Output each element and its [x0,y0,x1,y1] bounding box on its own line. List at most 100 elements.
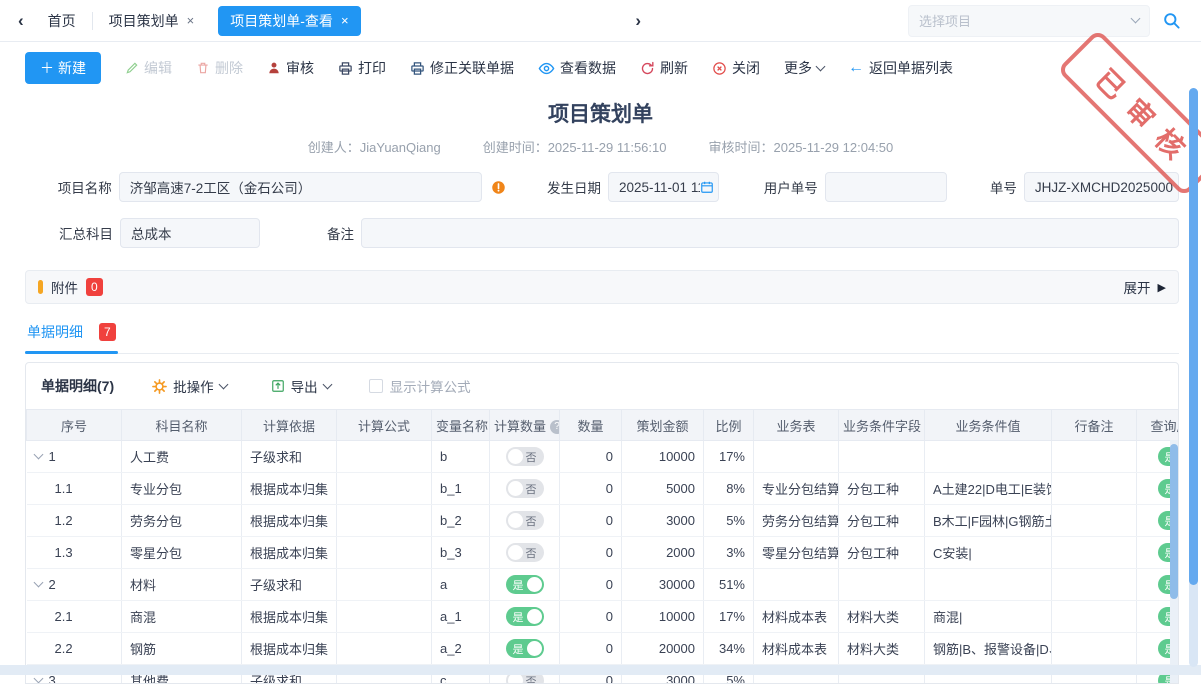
search-icon [1162,11,1181,30]
info-button[interactable] [491,180,506,195]
help-icon[interactable]: ? [550,420,559,434]
cell-qty: 0 [560,441,622,473]
tab-detail-lines[interactable]: 单据明细 7 [25,316,118,353]
cell-biz-value: C安装| [925,537,1052,569]
cell-biz-table: 零星分包结算子 [754,537,839,569]
cell-biz-value [925,569,1052,601]
tabs-scroll-left-icon[interactable]: ‹ [10,11,32,31]
printer-icon [338,61,353,76]
doc-no-field[interactable]: JHJZ-XMCHD2025000 [1024,172,1179,202]
user-doc-no-field[interactable] [825,172,948,202]
calendar-icon[interactable] [700,180,714,194]
detail-count-badge: 7 [99,323,116,341]
project-name-field[interactable]: 济邹高速7-2工区（金石公司） [119,172,482,202]
delete-button[interactable]: 删除 [196,58,243,78]
expand-caret-icon[interactable] [33,450,43,460]
toggle-on[interactable]: 是 [506,639,544,658]
close-tab-icon[interactable]: × [187,13,195,28]
expand-button[interactable]: 展开 ▶ [1124,277,1166,297]
back-to-list-button[interactable]: ← 返回单据列表 [848,58,953,78]
toggle-off[interactable]: 否 [506,511,544,530]
cell-subject: 人工费 [122,441,242,473]
cell-qty: 0 [560,569,622,601]
cell-biz-value: 钢筋|B、报警设备|D、底 [925,633,1052,665]
show-formula-checkbox[interactable]: 显示计算公式 [369,376,471,396]
expand-caret-icon[interactable] [33,578,43,588]
cell-ratio: 8% [704,473,754,505]
doc-no-label: 单号 [989,177,1017,197]
edit-button[interactable]: 编辑 [125,58,172,78]
attachment-count-badge: 0 [86,278,103,296]
toggle-on[interactable]: 是 [506,575,544,594]
page-scrollbar-thumb[interactable] [1189,88,1198,585]
view-data-button[interactable]: 查看数据 [538,58,616,78]
summary-subject-field[interactable]: 总成本 [120,218,260,248]
cell-biz-field: 材料大类 [839,601,925,633]
table-row: 1人工费子级求和b否01000017%是 [27,441,1180,473]
search-button[interactable] [1162,11,1181,30]
cell-ratio: 17% [704,441,754,473]
attachment-bar[interactable]: 附件 0 展开 ▶ [25,270,1179,304]
checkbox-icon[interactable] [369,379,383,393]
remark-field[interactable] [361,218,1179,248]
close-button[interactable]: 关闭 [712,58,760,78]
table-scrollbar-thumb[interactable] [1170,444,1178,599]
attachment-label: 附件 [51,277,78,297]
project-select[interactable]: 选择项目 [908,5,1150,37]
cell-variable: a [432,569,490,601]
cell-basis: 根据成本归集 [242,633,337,665]
expand-caret-icon[interactable] [33,674,43,684]
cell-qty: 0 [560,601,622,633]
top-tab-bar: ‹ 首页 项目策划单 × 项目策划单-查看 × › 选择项目 [0,0,1201,42]
cell-row-note [1052,505,1137,537]
printer-sync-icon [410,61,425,76]
occur-date-field[interactable]: 2025-11-01 11:47: [608,172,719,202]
tab-project-planning-list[interactable]: 项目策划单 × [93,0,211,42]
column-header: 计算公式 [337,410,432,441]
cell-calc-qty: 否 [490,441,560,473]
bottom-scroll-strip [0,665,1201,675]
table-scrollbar[interactable] [1170,440,1178,683]
toggle-on[interactable]: 是 [506,607,544,626]
cell-row-note [1052,569,1137,601]
cell-seq: 1 [27,441,122,473]
close-tab-icon[interactable]: × [341,13,349,28]
tab-home[interactable]: 首页 [32,0,92,42]
batch-operation-button[interactable]: 批操作 [146,375,233,397]
table-row: 1.3零星分包根据成本归集b_3否020003%零星分包结算子分包工种C安装|是 [27,537,1180,569]
cell-formula [337,505,432,537]
user-doc-no-label: 用户单号 [759,177,818,197]
cell-basis: 子级求和 [242,569,337,601]
summary-subject-label: 汇总科目 [25,223,113,243]
fix-related-docs-button[interactable]: 修正关联单据 [410,58,514,78]
tab-project-planning-view[interactable]: 项目策划单-查看 × [218,6,360,36]
trash-icon [196,61,210,75]
toggle-off[interactable]: 否 [506,479,544,498]
cell-basis: 子级求和 [242,441,337,473]
export-button[interactable]: 导出 [265,375,337,397]
cell-amount: 3000 [622,505,704,537]
toggle-off[interactable]: 否 [506,543,544,562]
audit-button[interactable]: 审核 [267,58,314,78]
more-button[interactable]: 更多 [784,58,824,78]
refresh-button[interactable]: 刷新 [640,58,688,78]
cell-biz-field [839,441,925,473]
column-header: 变量名称 [432,410,490,441]
detail-table-header-row: 序号科目名称计算依据计算公式变量名称计算数量?数量策划金额比例业务表业务条件字段… [27,410,1180,441]
doc-meta: 创建人：JiaYuanQiang 创建时间：2025-11-29 11:56:1… [0,137,1201,156]
cell-biz-value: A土建22|D电工|E装饰| [925,473,1052,505]
cell-seq: 2.2 [27,633,122,665]
column-header: 数量 [560,410,622,441]
pencil-icon [125,61,139,75]
tabs-scroll-right-icon[interactable]: › [627,11,649,31]
toggle-off[interactable]: 否 [506,447,544,466]
project-select-placeholder: 选择项目 [919,11,971,30]
cell-ratio: 17% [704,601,754,633]
cell-qty: 0 [560,505,622,537]
cell-ratio: 34% [704,633,754,665]
new-button[interactable]: ＋新建 [25,52,101,84]
page-scrollbar[interactable] [1189,88,1198,667]
column-header: 行备注 [1052,410,1137,441]
print-button[interactable]: 打印 [338,58,386,78]
column-header: 业务条件值 [925,410,1052,441]
